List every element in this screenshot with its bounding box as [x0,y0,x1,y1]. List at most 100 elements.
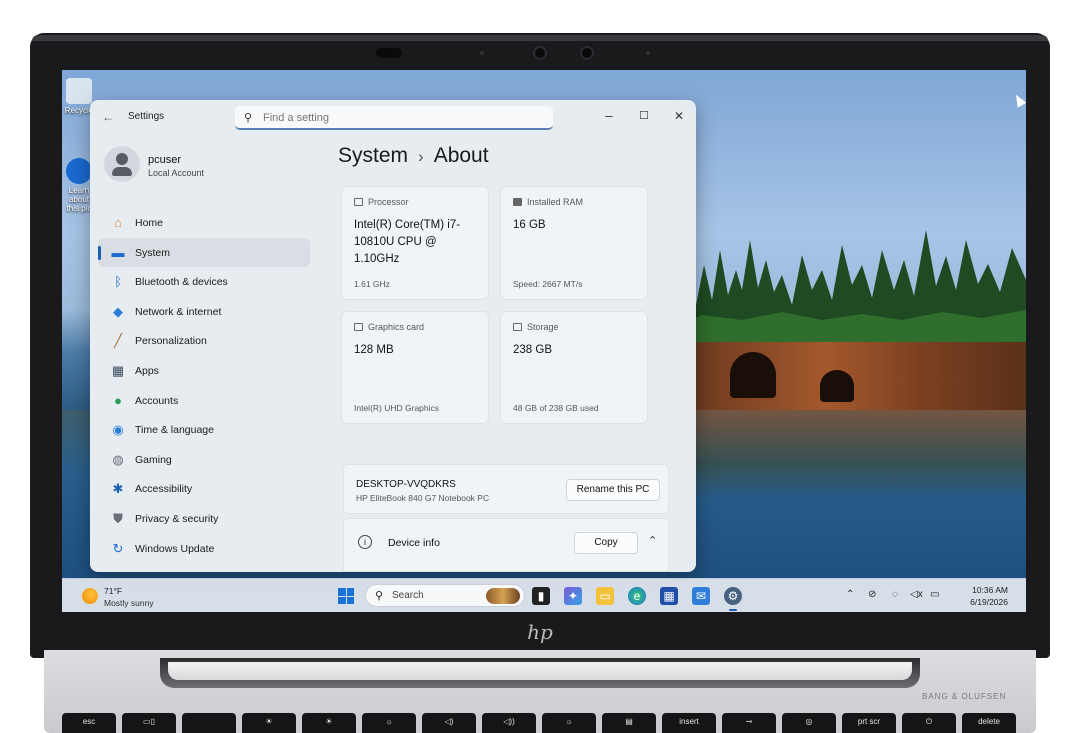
processor-value: Intel(R) Core(TM) i7-10810U CPU @ 1.10GH… [354,219,461,265]
rename-pc-button[interactable]: Rename this PC [566,479,660,501]
minimize-button[interactable]: – [598,106,620,126]
maximize-button[interactable]: ☐ [633,106,655,126]
sidebar-item-apps[interactable]: ▦ Apps [98,356,310,386]
sidebar-item-label: Network & internet [135,305,222,318]
back-arrow-icon[interactable]: ← [102,110,114,124]
sidebar-item-personalization[interactable]: ╱ Personalization [98,326,310,356]
sidebar-item-label: System [135,246,171,259]
graphics-card: Graphics card 128 MB Intel(R) UHD Graphi… [341,311,489,424]
sidebar-nav: ⌂ Home ▬ System ᛒ Bluetooth & devices ◆ Network… [98,208,310,563]
breadcrumb-parent[interactable]: System [338,144,408,167]
ir-camera-icon [580,46,594,60]
task-view-icon[interactable]: ▮ [532,587,550,605]
start-button[interactable] [338,588,354,604]
webcam-bar [370,44,650,62]
storage-card: Storage 238 GB 48 GB of 238 GB used [500,311,648,424]
device-info-label: Device info [388,537,440,549]
pc-name: DESKTOP-VVQDKRS [356,479,456,490]
brand-label: BANG & OLUFSEN [922,692,1007,701]
wifi-icon: ◆ [113,303,123,319]
card-label: Processor [368,197,409,207]
sidebar-item-label: Windows Update [135,542,215,555]
window-title: Settings [128,111,165,122]
device-info-panel[interactable]: i Device info Copy ⌃ [343,518,669,572]
shield-icon: ⛊ [113,510,123,526]
close-button[interactable]: ✕ [668,106,690,126]
sidebar-item-bluetooth-devices[interactable]: ᛒ Bluetooth & devices [98,267,310,297]
apps-icon: ▦ [111,362,125,378]
sidebar-item-accessibility[interactable]: ✱ Accessibility [98,474,310,504]
ram-value: 16 GB [513,219,546,231]
sidebar-item-accounts[interactable]: ● Accounts [98,386,310,416]
breadcrumb-separator: › [418,147,424,166]
sidebar-item-time-language[interactable]: ◉ Time & language [98,415,310,445]
processor-card: Processor Intel(R) Core(TM) i7-10810U CP… [341,186,489,300]
taskbar: 71°F Mostly sunny ⚲ Search ▮ ✦ ▭ e ▦ ✉ ⚙… [62,578,1026,612]
sidebar-item-system[interactable]: ▬ System [98,237,310,268]
wallpaper-cave [730,352,776,398]
clock-time[interactable]: 10:36 AM [958,585,1008,595]
hinge-cover [168,662,912,680]
file-explorer-icon[interactable]: ▭ [596,587,614,605]
keyboard-key: insert [662,713,716,733]
card-label: Installed RAM [527,197,584,207]
keyboard-key: esc [62,713,116,733]
graphics-value: 128 MB [354,344,394,356]
account-type: Local Account [148,168,205,178]
settings-app-icon[interactable]: ⚙ [724,587,742,611]
bluetooth-icon: ᛒ [114,274,122,290]
keyboard-key: ⏻ [902,713,956,733]
keyboard-key: ◁) [422,713,476,733]
keyboard-key: ☼ [362,713,416,733]
search-icon: ⚲ [244,112,253,124]
sidebar-item-label: Privacy & security [135,512,219,525]
mouse-cursor-icon [1011,92,1026,108]
gamepad-icon: ◍ [112,451,124,467]
battery-icon[interactable]: ▭ [930,589,939,600]
taskbar-search[interactable]: ⚲ Search [365,584,525,607]
volume-muted-icon[interactable]: ◁x [910,589,923,600]
network-off-icon[interactable]: ⊘ [868,589,876,600]
recycle-bin-icon [66,78,92,104]
sidebar-item-label: Personalization [135,335,207,348]
support-assistant-icon[interactable]: ✉ [692,587,710,605]
sidebar-item-gaming[interactable]: ◍ Gaming [98,445,310,475]
chevron-up-icon[interactable]: ⌃ [846,589,854,600]
sidebar-item-privacy-security[interactable]: ⛊ Privacy & security [98,504,310,534]
sidebar-item-label: Gaming [135,453,172,466]
copy-button[interactable]: Copy [574,532,638,554]
card-label: Graphics card [368,322,425,332]
settings-search-box[interactable]: ⚲ [235,106,553,130]
keyboard-key: ◁)) [482,713,536,733]
store-icon[interactable]: ▦ [660,587,678,605]
user-name: pcuser [148,154,182,166]
keyboard-key: ☀ [242,713,296,733]
page-title: About [433,144,489,167]
brush-icon: ╱ [114,333,122,349]
graphics-model: Intel(R) UHD Graphics [354,403,440,413]
widgets-icon[interactable]: ✦ [564,587,582,605]
sidebar-item-windows-update[interactable]: ↻ Windows Update [98,534,310,564]
edge-browser-icon[interactable]: e [628,587,646,605]
keyboard-key: ◎ [782,713,836,733]
screen: Recycle Learn about this pic ← Settings … [62,70,1026,612]
keyboard-key: ⊸ [722,713,776,733]
keyboard-key: ☼ [542,713,596,733]
ir-sensor [376,48,402,58]
storage-usage: 48 GB of 238 GB used [513,403,599,413]
info-icon: i [358,535,372,549]
chevron-up-icon[interactable]: ⌃ [648,534,657,547]
storage-value: 238 GB [513,344,552,356]
chip-icon [354,198,363,206]
sidebar-item-label: Accessibility [135,483,193,496]
search-input[interactable] [263,110,543,125]
sun-icon [82,588,98,604]
sidebar-item-home[interactable]: ⌂ Home [98,208,310,238]
sidebar-item-network-internet[interactable]: ◆ Network & internet [98,297,310,327]
keyboard-key: ☀ [302,713,356,733]
clock-date[interactable]: 6/19/2026 [958,597,1008,607]
wallpaper-reflection [692,410,1026,500]
storage-icon [513,323,522,331]
wifi-icon[interactable]: ◌ [892,589,898,600]
person-icon: ● [114,392,122,408]
